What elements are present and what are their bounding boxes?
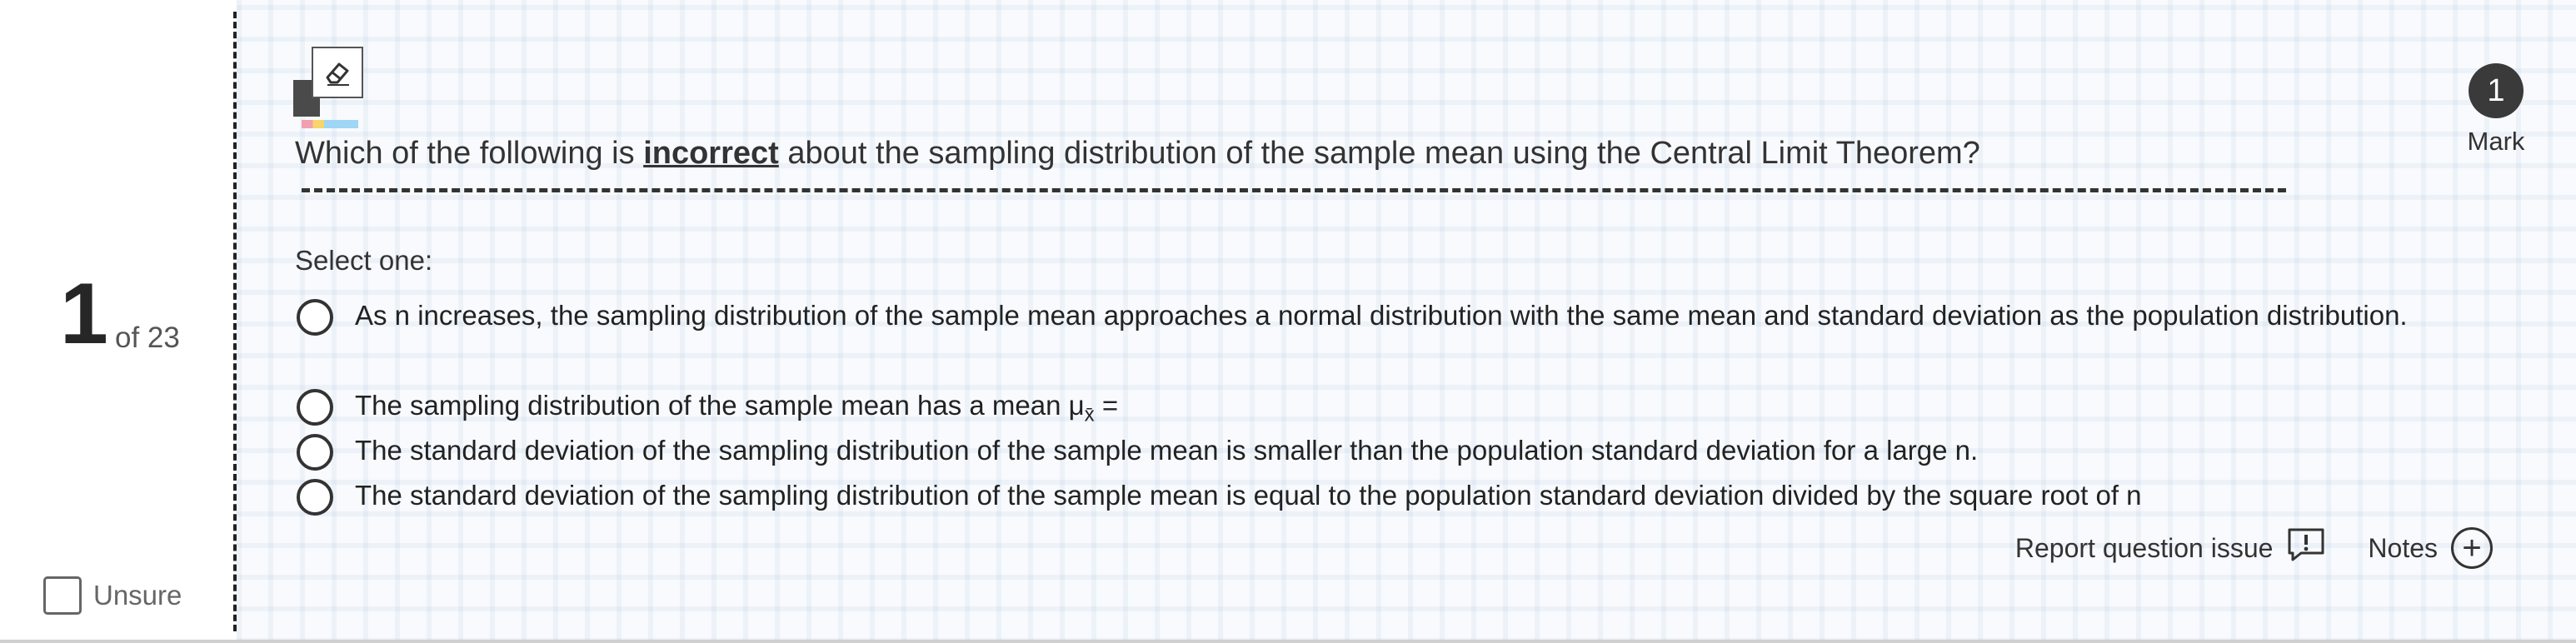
question-text: Which of the following is incorrect abou…	[295, 136, 1980, 172]
formula-equals: =	[1094, 390, 1119, 421]
eraser-tool[interactable]	[293, 47, 368, 134]
report-issue-button[interactable]: Report question issue	[2015, 526, 2327, 570]
option-b[interactable]: The sampling distribution of the sample …	[295, 386, 2511, 431]
option-d[interactable]: The standard deviation of the sampling d…	[295, 476, 2511, 521]
notes-label: Notes	[2368, 532, 2438, 563]
eraser-icon[interactable]	[312, 47, 363, 98]
option-a[interactable]: As n increases, the sampling distributio…	[295, 297, 2511, 386]
plus-circle-icon[interactable]: +	[2451, 527, 2493, 569]
option-c[interactable]: The standard deviation of the sampling d…	[295, 431, 2511, 476]
question-total: of 23	[115, 322, 180, 354]
option-c-radio[interactable]	[297, 434, 333, 471]
question-emphasis: incorrect	[643, 136, 779, 171]
report-issue-label: Report question issue	[2014, 532, 2274, 563]
question-number: 1	[60, 266, 108, 362]
unsure-toggle[interactable]: Unsure	[43, 576, 182, 615]
report-issue-icon	[2286, 526, 2326, 570]
question-rail: 1 of 23 Unsure	[0, 0, 233, 643]
option-d-radio[interactable]	[297, 479, 333, 516]
option-c-text: The standard deviation of the sampling d…	[355, 435, 1979, 466]
unsure-checkbox[interactable]	[43, 576, 82, 615]
bottom-border	[0, 640, 2576, 643]
mark-value: 1	[2469, 63, 2524, 118]
mu-subscript: x̄	[1084, 403, 1095, 426]
question-underline	[302, 188, 2286, 192]
option-a-radio[interactable]	[297, 299, 333, 336]
question-prefix: Which of the following is	[295, 136, 644, 171]
highlight-swatch	[302, 120, 358, 128]
mark-label: Mark	[2467, 127, 2525, 156]
mark-badge: 1 Mark	[2461, 63, 2531, 157]
notes-button[interactable]: Notes +	[2368, 527, 2493, 569]
question-panel: 1 Mark Which of the following is incorre…	[237, 0, 2576, 643]
option-b-text: The sampling distribution of the sample …	[355, 390, 1069, 421]
option-a-text: As n increases, the sampling distributio…	[355, 300, 2408, 331]
answer-options: As n increases, the sampling distributio…	[295, 297, 2511, 521]
option-b-formula: μx̄ =	[1068, 390, 1119, 426]
question-suffix: about the sampling distribution of the s…	[778, 136, 1980, 171]
select-one-label: Select one:	[295, 245, 433, 276]
question-footer: Report question issue Notes +	[2015, 526, 2493, 570]
mu-symbol: μ	[1068, 390, 1085, 421]
unsure-label: Unsure	[93, 580, 182, 611]
option-b-radio[interactable]	[297, 389, 333, 426]
option-d-text: The standard deviation of the sampling d…	[355, 480, 2142, 511]
